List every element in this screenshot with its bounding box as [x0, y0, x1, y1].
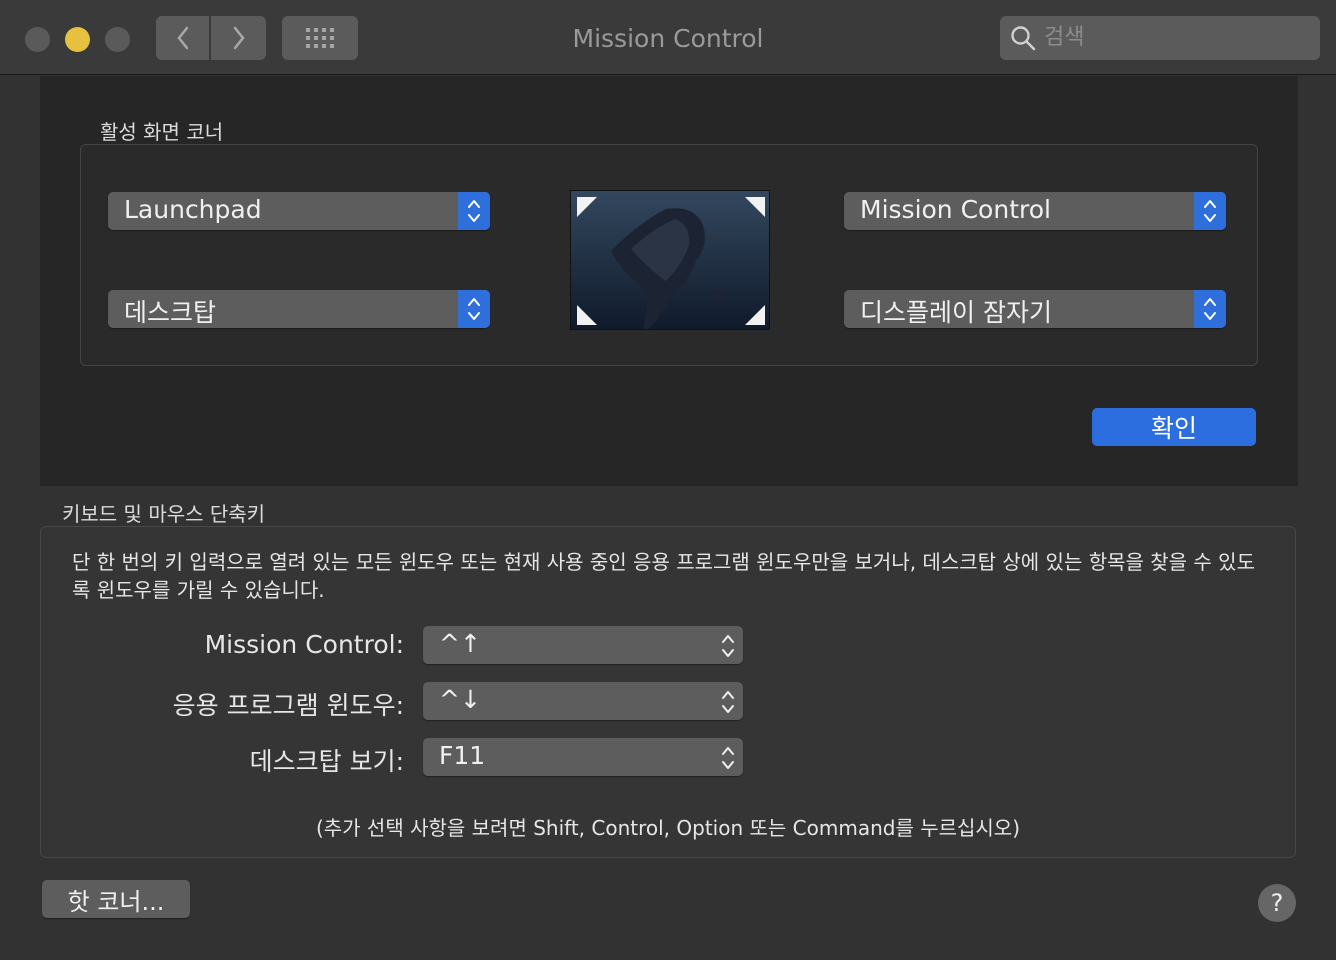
- keyboard-shortcuts-description: 단 한 번의 키 입력으로 열려 있는 모든 윈도우 또는 현재 사용 중인 응…: [72, 550, 1255, 602]
- updown-chevron-icon: [722, 635, 734, 657]
- search-field[interactable]: [1000, 16, 1320, 60]
- title-bar: Mission Control: [0, 0, 1336, 75]
- hot-corners-label: 활성 화면 코너: [100, 120, 224, 144]
- bottom-left-corner-value: 데스크탑: [124, 298, 217, 327]
- show-desktop-shortcut-label: 데스크탑 보기:: [249, 747, 404, 776]
- search-icon: [1011, 26, 1036, 51]
- help-icon[interactable]: ?: [1258, 884, 1296, 922]
- search-input[interactable]: [1044, 24, 1304, 50]
- desktop-preview: [570, 190, 770, 330]
- app-windows-shortcut-value: ^↓: [439, 685, 481, 714]
- mission-control-shortcut-label: Mission Control:: [204, 630, 404, 659]
- hot-corners-button[interactable]: 핫 코너...: [42, 880, 190, 918]
- top-left-corner-value: Launchpad: [124, 195, 262, 224]
- desktop-wallpaper-image: [571, 191, 769, 329]
- updown-chevron-icon: [458, 192, 490, 230]
- bottom-right-corner-popup[interactable]: 디스플레이 잠자기: [844, 290, 1226, 328]
- updown-chevron-icon: [722, 691, 734, 713]
- mission-control-shortcut-value: ^↑: [439, 629, 481, 658]
- ok-button[interactable]: 확인: [1092, 408, 1256, 446]
- updown-chevron-icon: [458, 290, 490, 328]
- mission-control-shortcut-popup[interactable]: ^↑: [423, 626, 743, 664]
- updown-chevron-icon: [1194, 290, 1226, 328]
- show-desktop-shortcut-popup[interactable]: F11: [423, 738, 743, 776]
- modifier-hint: (추가 선택 사항을 보려면 Shift, Control, Option 또는…: [315, 816, 1021, 840]
- app-windows-shortcut-label: 응용 프로그램 윈도우:: [172, 691, 404, 720]
- bottom-right-corner-value: 디스플레이 잠자기: [860, 298, 1052, 327]
- top-right-corner-popup[interactable]: Mission Control: [844, 192, 1226, 230]
- top-left-corner-popup[interactable]: Launchpad: [108, 192, 490, 230]
- top-right-corner-value: Mission Control: [860, 195, 1051, 224]
- app-windows-shortcut-popup[interactable]: ^↓: [423, 682, 743, 720]
- keyboard-shortcuts-label: 키보드 및 마우스 단축키: [62, 502, 266, 526]
- updown-chevron-icon: [1194, 192, 1226, 230]
- updown-chevron-icon: [722, 747, 734, 769]
- show-desktop-shortcut-value: F11: [439, 741, 486, 770]
- bottom-left-corner-popup[interactable]: 데스크탑: [108, 290, 490, 328]
